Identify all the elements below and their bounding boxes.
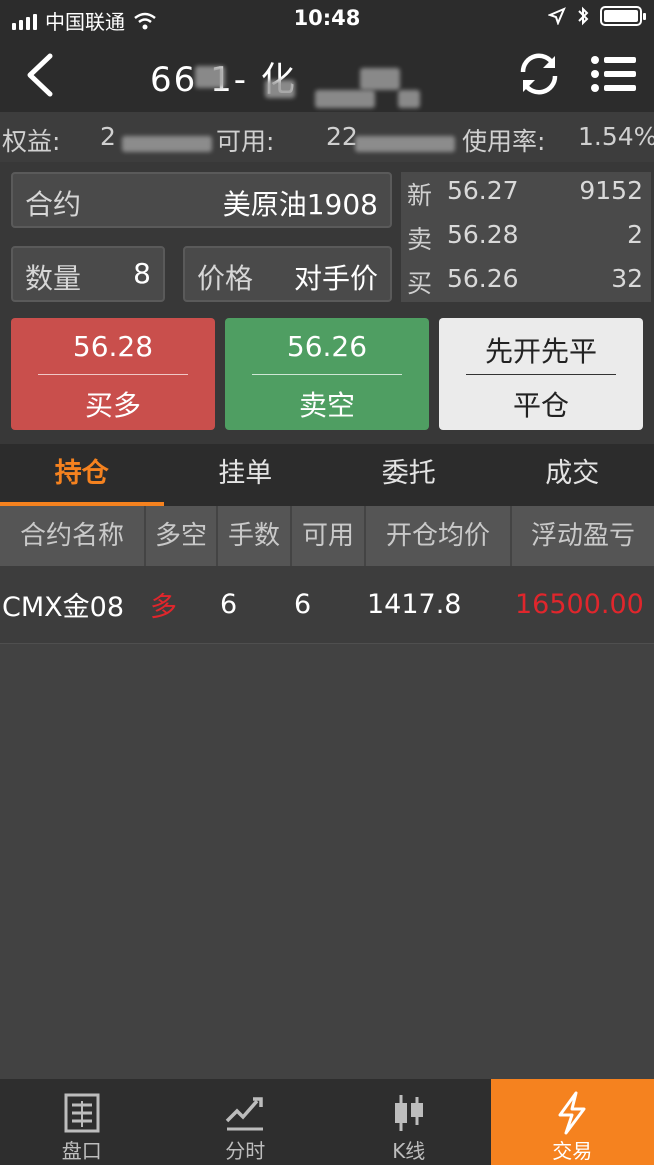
sell-label: 卖空 (298, 389, 355, 422)
quote-key: 买 (407, 269, 433, 298)
tab-pending[interactable]: 挂单 (164, 444, 328, 506)
bottom-tab-trade[interactable]: 交易 (490, 1079, 654, 1165)
back-arrow-icon[interactable] (18, 50, 66, 100)
col-side: 多空 (146, 506, 218, 566)
divider (38, 374, 188, 375)
quote-price: 56.26 (447, 264, 519, 293)
battery-icon (600, 6, 646, 26)
row-floating-pnl: 16500.00 (515, 589, 644, 620)
contract-field[interactable]: 合约 美原油1908 (11, 172, 392, 228)
sell-price: 56.26 (286, 330, 368, 363)
col-contract-name: 合约名称 (0, 506, 146, 566)
equity-value: 2 (100, 122, 116, 151)
location-arrow-icon (548, 7, 566, 25)
table-row[interactable]: CMX金08 多 6 6 1417.8 16500.00 (0, 566, 654, 644)
buy-label: 买多 (84, 389, 141, 422)
usage-value: 1.54% (578, 122, 654, 151)
quantity-value: 8 (133, 257, 151, 290)
row-qty: 6 (220, 589, 238, 620)
tab-orders[interactable]: 委托 (327, 444, 491, 506)
close-position-button[interactable]: 先开先平 平仓 (439, 318, 643, 430)
row-available: 6 (294, 589, 312, 620)
quote-row-bid: 买 56.26 32 (407, 264, 643, 304)
row-side: 多 (150, 592, 177, 623)
quote-key: 卖 (407, 225, 433, 254)
trade-screen: 中国联通 10:48 66 1- 权益: 2 可用: 22 使用率: 1.54%… (0, 0, 654, 1165)
bottom-nav: 盘口 分时 K线 交易 (0, 1079, 654, 1165)
price-label: 价格 (197, 262, 254, 295)
trend-icon (226, 1097, 264, 1131)
available-value: 22 (326, 122, 358, 151)
quote-box: 新 56.27 9152 卖 56.28 2 买 56.26 32 (401, 172, 651, 302)
top-bar: 中国联通 10:48 66 1- (0, 0, 654, 112)
col-available: 可用 (292, 506, 366, 566)
bluetooth-icon (578, 6, 589, 26)
price-value: 对手价 (293, 262, 378, 295)
bottom-tab-timeshare[interactable]: 分时 (164, 1079, 328, 1165)
tab-positions[interactable]: 持仓 (0, 444, 164, 506)
row-avg-price: 1417.8 (367, 589, 462, 620)
lightning-icon (558, 1091, 586, 1135)
col-avg-price: 开仓均价 (366, 506, 512, 566)
close-label: 平仓 (512, 389, 569, 422)
equity-label: 权益: (2, 127, 61, 156)
sell-short-button[interactable]: 56.26 卖空 (225, 318, 429, 430)
quote-row-ask: 卖 56.28 2 (407, 220, 643, 260)
status-bar: 中国联通 10:48 (0, 0, 654, 38)
list-icon (64, 1093, 100, 1133)
bottom-tab-label: K线 (392, 1139, 426, 1163)
price-field[interactable]: 价格 对手价 (183, 246, 392, 302)
status-right (548, 6, 646, 26)
nav-bar: 66 1- 化 (0, 38, 654, 112)
record-tabs: 持仓 挂单 委托 成交 (0, 444, 654, 506)
row-contract-name: CMX金08 (2, 592, 125, 623)
close-mode: 先开先平 (484, 335, 597, 368)
contract-label: 合约 (25, 188, 82, 221)
buy-price: 56.28 (72, 330, 154, 363)
bottom-tab-label: 分时 (225, 1139, 266, 1163)
refresh-icon[interactable] (515, 50, 563, 98)
quantity-label: 数量 (25, 262, 82, 295)
available-label: 可用: (216, 127, 275, 156)
candlestick-icon (394, 1095, 423, 1131)
buy-long-button[interactable]: 56.28 买多 (11, 318, 215, 430)
tab-trades[interactable]: 成交 (491, 444, 654, 506)
menu-icon[interactable] (590, 52, 638, 96)
bottom-tab-label: 交易 (552, 1139, 593, 1163)
quote-price: 56.28 (447, 220, 519, 249)
contract-value: 美原油1908 (222, 188, 378, 221)
quote-volume: 9152 (579, 176, 643, 205)
col-qty: 手数 (218, 506, 292, 566)
table-empty-area (0, 645, 654, 1079)
quote-row-last: 新 56.27 9152 (407, 176, 643, 216)
quote-volume: 2 (627, 220, 643, 249)
bottom-tab-label: 盘口 (61, 1139, 102, 1163)
usage-label: 使用率: (462, 127, 546, 156)
account-summary: 权益: 2 可用: 22 使用率: 1.54% (0, 112, 654, 162)
positions-table-header: 合约名称 多空 手数 可用 开仓均价 浮动盈亏 (0, 506, 654, 566)
bottom-tab-orderbook[interactable]: 盘口 (0, 1079, 164, 1165)
divider (252, 374, 402, 375)
bottom-tab-kline[interactable]: K线 (327, 1079, 491, 1165)
col-floating-pnl: 浮动盈亏 (530, 521, 635, 551)
quote-volume: 32 (611, 264, 643, 293)
divider (466, 374, 616, 375)
quote-key: 新 (407, 181, 433, 210)
quantity-field[interactable]: 数量 8 (11, 246, 165, 302)
quote-price: 56.27 (447, 176, 519, 205)
